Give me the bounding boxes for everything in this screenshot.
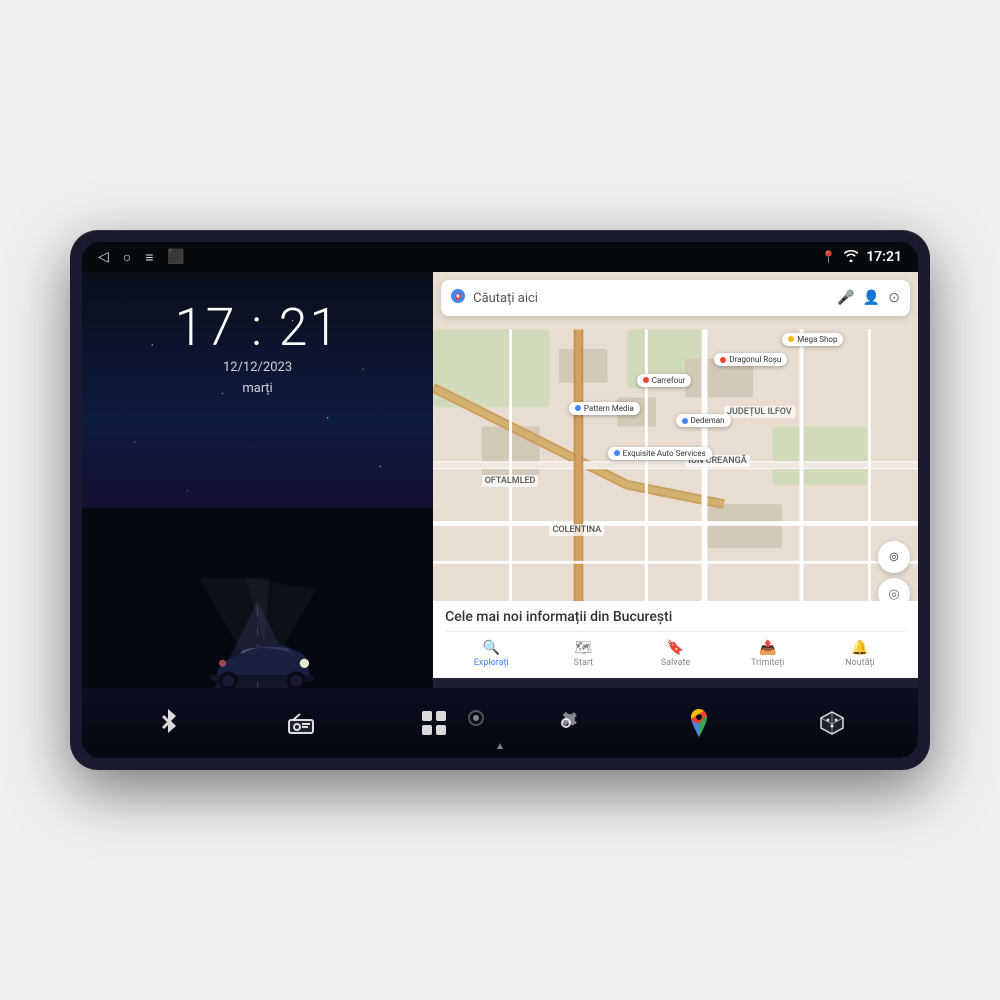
screenshot-button[interactable]: ⬛ — [167, 249, 184, 265]
map-label-oftalmed: OFTALMLED — [482, 475, 539, 487]
start-icon: 🗺 — [574, 640, 592, 656]
layers-icon[interactable]: ⊙ — [888, 290, 900, 306]
main-content: 17 : 21 12/12/2023 marți — [82, 272, 918, 758]
right-panel: Pattern Media Carrefour Dragonul Roșu — [433, 272, 918, 758]
map-section[interactable]: Pattern Media Carrefour Dragonul Roșu — [433, 272, 918, 678]
status-right: 📍 17:21 — [821, 249, 902, 265]
dock-item-radio[interactable] — [282, 704, 320, 742]
map-label-colentina: COLENTINA — [549, 524, 604, 536]
map-place-pattern-media: Pattern Media — [569, 402, 640, 415]
back-button[interactable]: ◁ — [98, 249, 109, 265]
map-search-bar[interactable]: Căutați aici 🎤 👤 ⊙ — [441, 280, 910, 316]
dock-up-arrow[interactable]: ▲ — [495, 741, 505, 752]
share-icon: 📤 — [759, 640, 776, 656]
apps-grid-icon — [415, 704, 453, 742]
map-tab-start[interactable]: 🗺 Start — [537, 638, 629, 670]
layers-circle-icon: ⊚ — [889, 550, 900, 565]
clock-time: 17 : 21 — [175, 302, 341, 354]
saved-label: Salvate — [661, 658, 690, 668]
wifi-icon — [844, 250, 858, 265]
map-tab-saved[interactable]: 🔖 Salvate — [629, 638, 721, 670]
map-tab-share[interactable]: 📤 Trimiteți — [722, 638, 814, 670]
device: ◁ ○ ≡ ⬛ 📍 17:21 — [70, 230, 930, 770]
dock-item-bluetooth[interactable] — [149, 704, 187, 742]
dock-item-settings[interactable] — [547, 704, 585, 742]
saved-icon: 🔖 — [667, 640, 684, 656]
map-search-placeholder: Căutați aici — [473, 291, 829, 306]
google-maps-icon — [451, 289, 465, 307]
map-info-banner: Cele mai noi informații din București 🔍 … — [433, 601, 918, 678]
device-screen: ◁ ○ ≡ ⬛ 📍 17:21 — [82, 242, 918, 758]
clock-day: marți — [175, 381, 341, 396]
clock-display: 17 : 21 12/12/2023 marți — [175, 302, 341, 396]
menu-button[interactable]: ≡ — [145, 249, 153, 266]
map-search-actions: 🎤 👤 ⊙ — [837, 290, 900, 306]
microphone-icon[interactable]: 🎤 — [837, 290, 854, 306]
location-target-icon: ◎ — [888, 587, 899, 602]
explore-icon: 🔍 — [482, 640, 499, 656]
location-icon: 📍 — [821, 250, 836, 264]
radio-icon — [282, 704, 320, 742]
my-location-button[interactable]: ⊚ — [878, 541, 910, 573]
nav-buttons: ◁ ○ ≡ ⬛ — [98, 249, 185, 266]
news-icon: 🔔 — [851, 640, 868, 656]
map-tabs: 🔍 Explorați 🗺 Start 🔖 Salvate — [445, 631, 906, 670]
map-label-judet: JUDEȚUL ILFOV — [724, 406, 795, 418]
clock-date: 12/12/2023 — [175, 360, 341, 375]
map-place-exquisite: Exquisite Auto Services — [608, 447, 712, 460]
start-label: Start — [574, 658, 593, 668]
map-tab-news[interactable]: 🔔 Noutăți — [814, 638, 906, 670]
map-tab-explore[interactable]: 🔍 Explorați — [445, 638, 537, 670]
maps-icon — [680, 704, 718, 742]
map-info-title: Cele mai noi informații din București — [445, 609, 906, 625]
game-cube-icon — [813, 704, 851, 742]
news-label: Noutăți — [845, 658, 875, 668]
home-button[interactable]: ○ — [123, 249, 131, 266]
share-label: Trimiteți — [751, 658, 784, 668]
bluetooth-icon — [149, 704, 187, 742]
explore-label: Explorați — [474, 658, 509, 668]
map-place-dragonul: Dragonul Roșu — [714, 353, 787, 366]
status-time: 17:21 — [866, 249, 902, 265]
dock-item-apps[interactable] — [415, 704, 453, 742]
map-place-carrefour: Carrefour — [637, 374, 692, 387]
dock-item-game[interactable] — [813, 704, 851, 742]
bottom-dock: ▲ — [82, 688, 918, 758]
dock-item-maps[interactable] — [680, 704, 718, 742]
left-panel: 17 : 21 12/12/2023 marți — [82, 272, 433, 758]
map-place-dedeman: Dedeman — [676, 414, 731, 427]
status-bar: ◁ ○ ≡ ⬛ 📍 17:21 — [82, 242, 918, 272]
account-icon[interactable]: 👤 — [863, 290, 880, 306]
map-place-mega: Mega Shop — [782, 333, 843, 346]
settings-gear-icon — [547, 704, 585, 742]
